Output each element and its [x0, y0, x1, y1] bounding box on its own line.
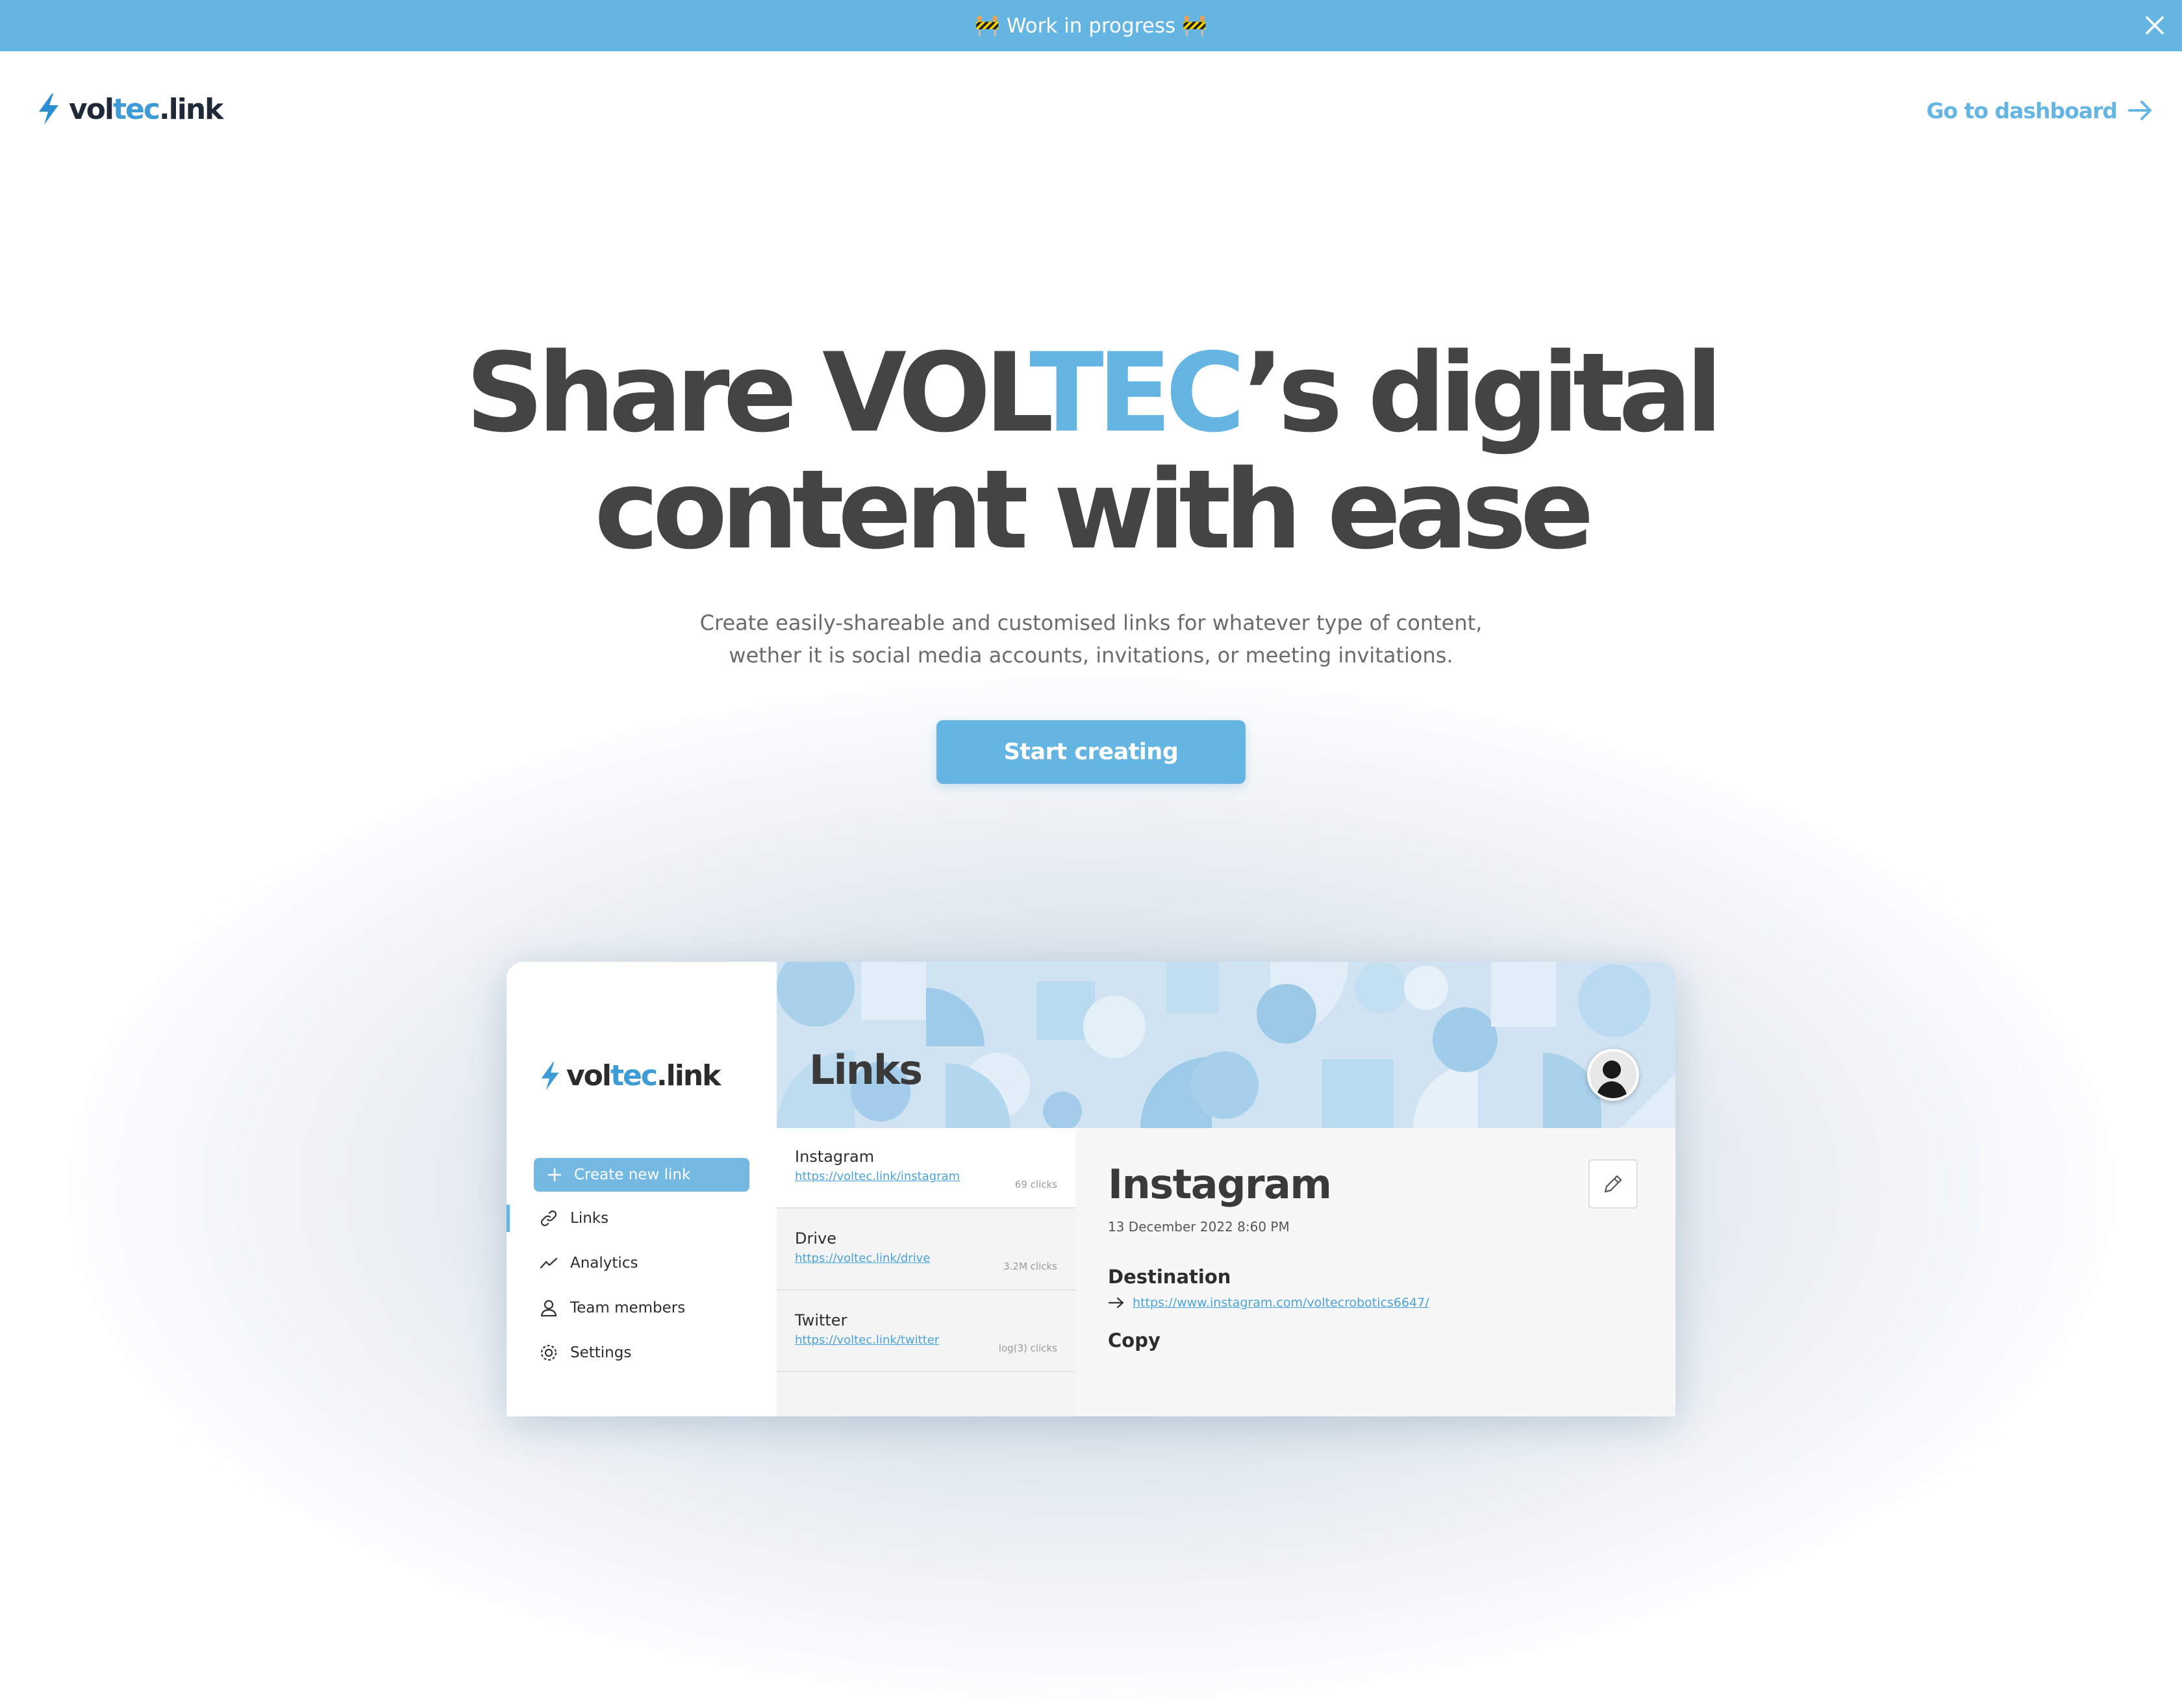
link-detail: Instagram 13 December 2022 8:60 PM Desti… — [1075, 1128, 1675, 1416]
hero-subtitle-line-1: Create easily-shareable and customised l… — [699, 610, 1483, 635]
destination-label: Destination — [1108, 1266, 1231, 1288]
nav-item-links[interactable]: Links — [539, 1203, 608, 1234]
hero-subtitle: Create easily-shareable and customised l… — [649, 607, 1533, 672]
banner-text: 🚧 Work in progress 🚧 — [975, 14, 1207, 38]
bolt-icon — [541, 1062, 559, 1090]
nav-active-indicator — [507, 1205, 510, 1232]
wip-banner: 🚧 Work in progress 🚧 — [0, 0, 2182, 51]
destination-row: https://www.instagram.com/voltecrobotics… — [1108, 1296, 1429, 1310]
preview-logo-part-1: vol — [566, 1059, 612, 1092]
close-icon[interactable] — [2140, 11, 2169, 40]
nav-item-settings-label: Settings — [570, 1344, 632, 1361]
link-list: Instagram https://voltec.link/instagram … — [777, 1128, 1077, 1416]
hero-title-part-2: ’s digital — [1242, 329, 1723, 457]
link-clicks: 3.2M clicks — [1003, 1261, 1057, 1272]
hero-title: Share VOLTEC’s digital content with ease — [0, 334, 2182, 568]
detail-title: Instagram — [1108, 1161, 1332, 1208]
link-name: Drive — [795, 1229, 836, 1248]
hero-title-line-2: content with ease — [594, 446, 1594, 573]
start-creating-button[interactable]: Start creating — [936, 720, 1246, 784]
link-clicks: log(3) clicks — [998, 1342, 1057, 1354]
copy-label: Copy — [1108, 1329, 1160, 1351]
trend-icon — [540, 1257, 558, 1269]
preview-logo: voltec.link — [539, 1059, 721, 1092]
list-item[interactable]: Instagram https://voltec.link/instagram … — [777, 1128, 1075, 1209]
hero-title-part-1: Share VOL — [465, 329, 1036, 457]
logo-part-1: vol — [69, 92, 114, 126]
bolt-icon — [39, 94, 58, 125]
site-logo[interactable]: voltec.link — [36, 91, 223, 127]
logo-part-2: tec — [113, 92, 160, 126]
nav-item-analytics[interactable]: Analytics — [539, 1248, 638, 1279]
preview-logo-part-3: .link — [656, 1059, 721, 1092]
hero-title-accent: TEC — [1029, 329, 1249, 457]
detail-date: 13 December 2022 8:60 PM — [1108, 1219, 1290, 1235]
preview-logo-part-2: tec — [610, 1059, 658, 1092]
geometric-pattern — [777, 962, 1675, 1128]
list-item[interactable]: Twitter https://voltec.link/twitter log(… — [777, 1292, 1075, 1372]
avatar-silhouette-icon — [1590, 1051, 1636, 1098]
nav-item-analytics-label: Analytics — [570, 1255, 638, 1272]
header-pattern: Links — [777, 962, 1675, 1128]
app-preview: voltec.link Create new link Links Analyt… — [507, 962, 1675, 1416]
logo-part-3: .link — [158, 92, 223, 126]
list-item[interactable]: Drive https://voltec.link/drive 3.2M cli… — [777, 1210, 1075, 1290]
create-new-link-button[interactable]: Create new link — [534, 1158, 749, 1192]
plus-icon — [547, 1168, 562, 1182]
arrow-right-icon — [2128, 101, 2151, 120]
create-new-link-label: Create new link — [574, 1166, 691, 1183]
arrow-right-icon — [1108, 1297, 1124, 1309]
gear-icon — [540, 1344, 557, 1361]
link-clicks: 69 clicks — [1014, 1179, 1057, 1190]
link-name: Twitter — [795, 1311, 847, 1329]
destination-url[interactable]: https://www.instagram.com/voltecrobotics… — [1133, 1296, 1429, 1310]
link-name: Instagram — [795, 1148, 875, 1166]
nav-item-links-label: Links — [570, 1210, 609, 1227]
user-icon — [540, 1300, 557, 1317]
pencil-icon — [1604, 1175, 1622, 1193]
preview-sidebar: voltec.link Create new link Links Analyt… — [507, 962, 777, 1416]
nav-item-team-members-label: Team members — [570, 1300, 686, 1316]
edit-button[interactable] — [1588, 1159, 1638, 1209]
page-title: Links — [809, 1046, 923, 1094]
link-icon — [540, 1210, 557, 1227]
avatar[interactable] — [1587, 1049, 1639, 1101]
hero-subtitle-line-2: wether it is social media accounts, invi… — [729, 643, 1453, 668]
go-to-dashboard-link[interactable]: Go to dashboard — [1926, 94, 2153, 127]
dashboard-link-label: Go to dashboard — [1926, 97, 2118, 123]
nav-item-team-members[interactable]: Team members — [539, 1292, 685, 1324]
